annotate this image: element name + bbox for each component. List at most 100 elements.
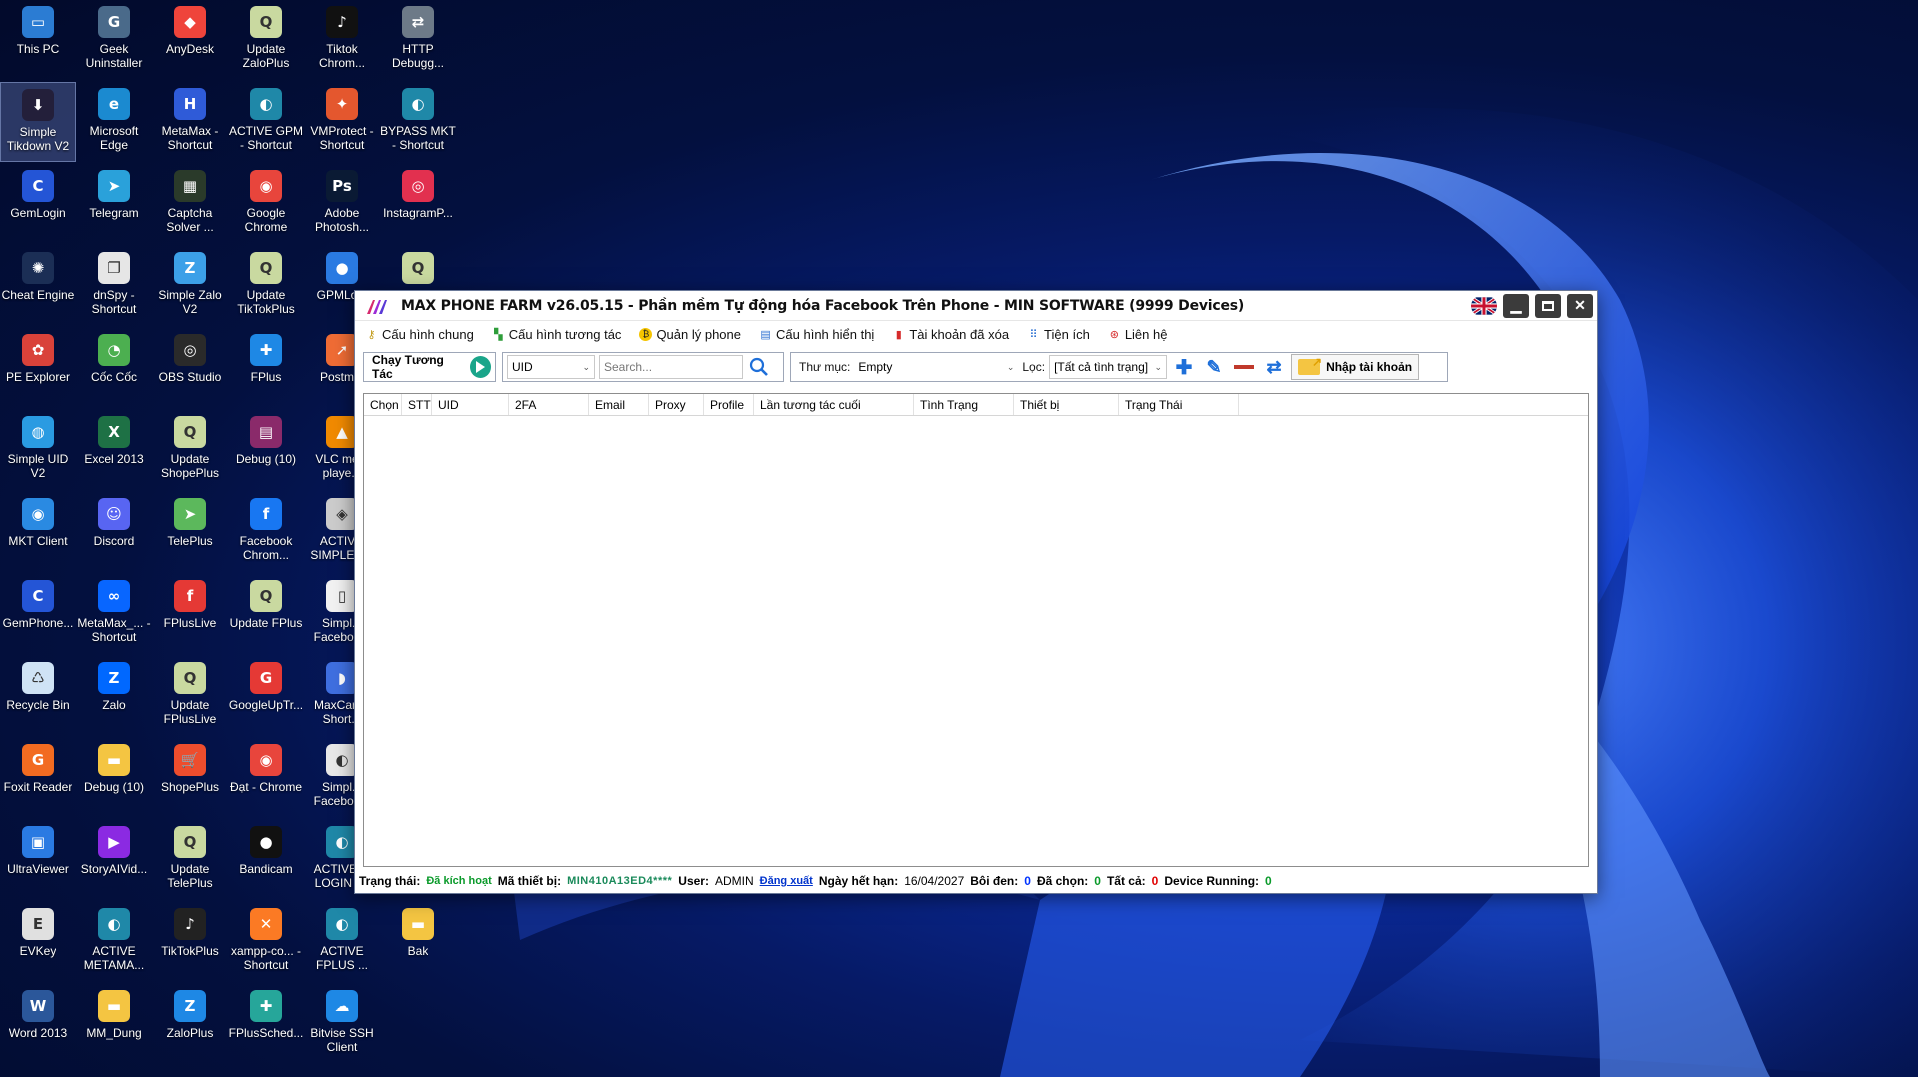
state-label: Trạng thái: (359, 874, 421, 888)
import-accounts-button[interactable]: ↗ Nhập tài khoản (1291, 354, 1420, 380)
desktop-shortcut[interactable]: ⇄ HTTP Debugg... (380, 0, 456, 80)
desktop-shortcut[interactable]: ▤ Debug (10) (228, 410, 304, 490)
desktop-shortcut[interactable]: ◉ Google Chrome (228, 164, 304, 244)
desktop-shortcut[interactable]: Q Update TikTokPlus (228, 246, 304, 326)
desktop-shortcut[interactable]: C GemLogin (0, 164, 76, 244)
desktop-shortcut[interactable]: Q Update TelePlus (152, 820, 228, 900)
desktop-shortcut[interactable]: ◐ ACTIVE METAMA... (76, 902, 152, 982)
menu-contact[interactable]: ⊛ Liên hệ (1108, 327, 1168, 342)
desktop-shortcut[interactable]: ✚ FPlus (228, 328, 304, 408)
desktop-shortcut[interactable]: C GemPhone... (0, 574, 76, 654)
desktop-shortcut[interactable]: ▬ MM_Dung (76, 984, 152, 1064)
desktop-shortcut[interactable]: ▭ This PC (0, 0, 76, 80)
desktop-shortcut[interactable]: 🛒 ShopePlus (152, 738, 228, 818)
run-interaction-button[interactable]: Chạy Tương Tác (368, 353, 491, 381)
refresh-icon[interactable]: ⇄ (1261, 354, 1287, 380)
desktop-shortcut[interactable]: ♪ TikTokPlus (152, 902, 228, 982)
desktop-shortcut[interactable]: ✦ VMProtect - Shortcut (304, 82, 380, 162)
col-stt[interactable]: STT (402, 394, 432, 415)
desktop-shortcut[interactable]: ✺ Cheat Engine (0, 246, 76, 326)
desktop-shortcut[interactable]: ✚ FPlusSched... (228, 984, 304, 1064)
desktop-shortcut[interactable]: Q Update FPlusLive (152, 656, 228, 736)
desktop-shortcut[interactable]: ▦ Captcha Solver ... (152, 164, 228, 244)
desktop-shortcut[interactable]: ➤ TelePlus (152, 492, 228, 572)
filter-field-select[interactable]: UID ⌄ (507, 355, 595, 379)
desktop-shortcut[interactable]: ☺ Discord (76, 492, 152, 572)
desktop-shortcut[interactable]: Z Simple Zalo V2 (152, 246, 228, 326)
desktop-shortcut[interactable]: X Excel 2013 (76, 410, 152, 490)
remove-icon[interactable] (1231, 354, 1257, 380)
desktop-shortcut[interactable]: ◐ BYPASS MKT - Shortcut (380, 82, 456, 162)
desktop-shortcut[interactable]: ◎ OBS Studio (152, 328, 228, 408)
desktop-shortcut[interactable]: f FPlusLive (152, 574, 228, 654)
menu-utilities[interactable]: ⠿ Tiện ích (1027, 327, 1090, 342)
col-2fa[interactable]: 2FA (509, 394, 589, 415)
desktop-shortcut[interactable]: Q Update ZaloPlus (228, 0, 304, 80)
col-proxy[interactable]: Proxy (649, 394, 704, 415)
desktop-shortcut[interactable]: ✕ xampp-co... - Shortcut (228, 902, 304, 982)
desktop-shortcut[interactable]: ◍ Simple UID V2 (0, 410, 76, 490)
col-select[interactable]: Chọn (364, 394, 402, 415)
desktop-shortcut[interactable]: ▬ Debug (10) (76, 738, 152, 818)
logout-link[interactable]: Đăng xuất (760, 875, 813, 887)
col-condition[interactable]: Tình Trạng (914, 394, 1014, 415)
minimize-button[interactable]: ▁ (1503, 293, 1529, 318)
search-input[interactable]: Search... (599, 355, 743, 379)
desktop-shortcut[interactable]: Z ZaloPlus (152, 984, 228, 1064)
col-status[interactable]: Trạng Thái (1119, 394, 1239, 415)
desktop-shortcut[interactable]: ◎ InstagramP... (380, 164, 456, 244)
desktop-shortcut[interactable]: ❐ dnSpy - Shortcut (76, 246, 152, 326)
desktop-shortcut[interactable]: ▬ Bak (380, 902, 456, 982)
desktop-shortcut[interactable]: ◉ MKT Client (0, 492, 76, 572)
col-profile[interactable]: Profile (704, 394, 754, 415)
title-bar[interactable]: MAX PHONE FARM v26.05.15 - Phần mềm Tự đ… (355, 291, 1597, 321)
close-button[interactable]: ✕ (1567, 293, 1593, 318)
desktop-shortcut[interactable]: G Foxit Reader (0, 738, 76, 818)
desktop-shortcut[interactable]: G GoogleUpTr... (228, 656, 304, 736)
desktop-shortcut[interactable]: Ps Adobe Photosh... (304, 164, 380, 244)
desktop-shortcut[interactable]: Q Update ShopePlus (152, 410, 228, 490)
col-uid[interactable]: UID (432, 394, 509, 415)
desktop-shortcut[interactable]: G Geek Uninstaller (76, 0, 152, 80)
desktop-shortcut[interactable]: ◐ ACTIVE GPM - Shortcut (228, 82, 304, 162)
desktop-shortcut[interactable]: Z Zalo (76, 656, 152, 736)
desktop-shortcut[interactable]: ♺ Recycle Bin (0, 656, 76, 736)
menu-interaction-config[interactable]: ▚ Cấu hình tương tác (492, 327, 621, 342)
desktop-shortcut[interactable]: ▣ UltraViewer (0, 820, 76, 900)
menu-display-config[interactable]: ▤ Cấu hình hiển thị (759, 327, 874, 342)
desktop-shortcut[interactable]: ● Bandicam (228, 820, 304, 900)
desktop-shortcut[interactable]: ∞ MetaMax_... - Shortcut (76, 574, 152, 654)
menu-general-config[interactable]: ⚷ Cấu hình chung (365, 327, 473, 342)
desktop-shortcut[interactable]: f Facebook Chrom... (228, 492, 304, 572)
desktop-shortcut[interactable]: ◐ ACTIVE FPLUS ... (304, 902, 380, 982)
desktop-shortcut[interactable]: W Word 2013 (0, 984, 76, 1064)
desktop-shortcut[interactable]: ◉ Đạt - Chrome (228, 738, 304, 818)
folder-select[interactable]: Empty ⌄ (854, 355, 1019, 379)
col-email[interactable]: Email (589, 394, 649, 415)
menu-deleted-accounts[interactable]: ▮ Tài khoản đã xóa (892, 327, 1009, 342)
edit-icon[interactable]: ✎ (1201, 354, 1227, 380)
desktop-shortcut[interactable]: ▶ StoryAIVid... (76, 820, 152, 900)
interaction-icon: ▚ (494, 328, 503, 341)
desktop-shortcut[interactable]: e Microsoft Edge (76, 82, 152, 162)
add-icon[interactable]: ✚ (1171, 354, 1197, 380)
maximize-button[interactable] (1535, 293, 1561, 318)
uk-flag-icon[interactable] (1471, 295, 1497, 317)
search-icon[interactable] (747, 355, 771, 379)
tiktok-icon: ♪ (326, 6, 358, 38)
desktop-shortcut[interactable]: ☁ Bitvise SSH Client (304, 984, 380, 1064)
desktop-shortcut[interactable]: ➤ Telegram (76, 164, 152, 244)
col-last-interaction[interactable]: Lần tương tác cuối (754, 394, 914, 415)
col-device[interactable]: Thiết bị (1014, 394, 1119, 415)
desktop-shortcut[interactable]: Q Update FPlus (228, 574, 304, 654)
desktop-shortcut[interactable]: H MetaMax - Shortcut (152, 82, 228, 162)
status-filter-select[interactable]: [Tất cả tình trạng] ⌄ (1049, 355, 1168, 379)
desktop-shortcut[interactable]: E EVKey (0, 902, 76, 982)
desktop-shortcut[interactable]: ◆ AnyDesk (152, 0, 228, 80)
accounts-grid[interactable]: Chọn STT UID 2FA Email Proxy Profile Lần… (363, 393, 1589, 867)
desktop-shortcut[interactable]: ✿ PE Explorer (0, 328, 76, 408)
desktop-shortcut[interactable]: ◔ Cốc Cốc (76, 328, 152, 408)
menu-phone-manager[interactable]: ₿ Quản lý phone (639, 327, 741, 342)
desktop-shortcut[interactable]: ⬇ Simple Tikdown V2 (0, 82, 76, 162)
desktop-shortcut[interactable]: ♪ Tiktok Chrom... (304, 0, 380, 80)
